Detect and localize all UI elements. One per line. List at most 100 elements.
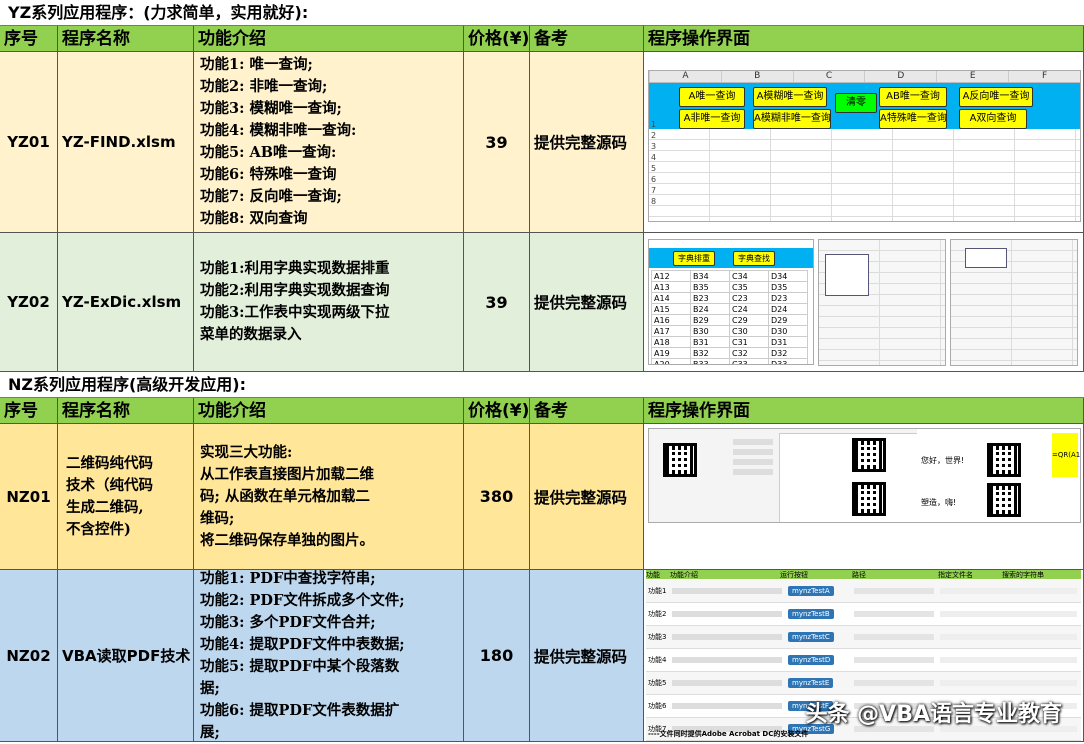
name-line: 技术（纯代码 xyxy=(66,476,153,494)
col-header: E xyxy=(936,71,1008,82)
table-cell: B24 xyxy=(690,303,730,315)
path-placeholder xyxy=(854,657,934,663)
non-unique-button[interactable]: A非唯一查询 xyxy=(679,109,745,129)
nz02-id: NZ02 xyxy=(0,570,58,742)
col-header: D xyxy=(864,71,936,82)
row-num: 2 xyxy=(651,131,657,140)
dropdown-list[interactable] xyxy=(965,248,1007,268)
pdf-col-header: 功能介绍 xyxy=(670,571,698,579)
qr-code-image xyxy=(852,438,886,472)
function-description-placeholder xyxy=(672,611,782,617)
unique-query-button[interactable]: A唯一查询 xyxy=(679,87,745,107)
image-panel xyxy=(779,433,921,522)
nz-header-features: 功能介绍 xyxy=(194,398,464,424)
feature-line: 菜单的数据录入 xyxy=(200,326,302,343)
table-cell: B30 xyxy=(690,325,730,337)
dict-dedupe-button[interactable]: 字典排重 xyxy=(673,251,715,266)
yz02-note: 提供完整源码 xyxy=(530,233,644,372)
feature-line: 将二维码保存单独的图片。 xyxy=(200,531,374,549)
feature-line: 展; xyxy=(200,723,220,741)
feature-line: 功能5: AB唯一查询: xyxy=(200,144,337,161)
dropdown-list[interactable] xyxy=(825,254,869,296)
table-cell: A15 xyxy=(651,303,691,315)
feature-line: 从工作表直接图片加载二维 xyxy=(200,465,374,483)
function-label: 功能6 xyxy=(648,702,667,710)
table-row: A13 B35 C35 D35 xyxy=(651,281,808,293)
feature-line: 维码; xyxy=(200,509,235,527)
sheet-grid xyxy=(649,129,1080,221)
row-num: 8 xyxy=(651,197,657,206)
feature-line: 功能4: 提取PDF文件中表数据; xyxy=(200,635,405,653)
ab-unique-button[interactable]: AB唯一查询 xyxy=(879,87,947,107)
run-button-cell: mynzTestA xyxy=(788,586,854,596)
yz-section-title: YZ系列应用程序：(力求简单，实用就好): xyxy=(0,0,1084,26)
fuzzy-unique-button[interactable]: A模糊唯一查询 xyxy=(753,87,827,107)
path-placeholder xyxy=(854,680,934,686)
table-cell: A19 xyxy=(651,347,691,359)
reverse-unique-button[interactable]: A反向唯一查询 xyxy=(959,87,1033,107)
col-header: B xyxy=(720,71,793,82)
table-cell: C23 xyxy=(729,292,769,304)
pdf-function-row: 功能5 mynzTestE xyxy=(646,672,1081,695)
row-num: 1 xyxy=(651,120,657,129)
yz-header-note: 备考 xyxy=(530,26,644,52)
qr-preview: 您好，世界! 塑造，嗨! =QR(A1) xyxy=(648,428,1081,523)
run-test-button[interactable]: mynzTestC xyxy=(788,632,834,642)
row-num: 4 xyxy=(651,153,657,162)
extra-placeholder xyxy=(940,611,1077,617)
nz02-features: 功能1: PDF中查找字符串; 功能2: PDF文件拆成多个文件; 功能3: 多… xyxy=(194,570,464,742)
feature-line: 功能5: 提取PDF中某个段落数 xyxy=(200,657,400,675)
nz02-price: 180 xyxy=(464,570,530,742)
clear-button[interactable]: 清零 xyxy=(835,93,877,113)
fuzzy-non-unique-button[interactable]: A模糊非唯一查询 xyxy=(753,109,831,129)
run-test-button[interactable]: mynzTestD xyxy=(788,655,835,665)
path-placeholder xyxy=(854,611,934,617)
name-line: 生成二维码, xyxy=(66,498,144,516)
two-way-button[interactable]: A双向查询 xyxy=(959,109,1027,129)
nz-header-screenshot: 程序操作界面 xyxy=(644,398,1084,424)
yz01-id: YZ01 xyxy=(0,52,58,233)
table-cell: C33 xyxy=(729,358,769,364)
data-table: A12 B34 C34 D34 A13 B35 C35 D35 A14 B23 C23 D23 A15 B… xyxy=(651,270,808,364)
run-test-button[interactable]: mynzTestB xyxy=(788,609,834,619)
yz01-price: 39 xyxy=(464,52,530,233)
nz02-note: 提供完整源码 xyxy=(530,570,644,742)
table-cell: B35 xyxy=(690,281,730,293)
table-cell: D35 xyxy=(768,281,808,293)
feature-line: 功能2: PDF文件拆成多个文件; xyxy=(200,591,405,609)
feature-line: 功能6: 提取PDF文件表数据扩 xyxy=(200,701,400,719)
text2-cell: 塑造，嗨! xyxy=(921,498,957,507)
function-label: 功能4 xyxy=(648,656,667,664)
table-cell: A13 xyxy=(651,281,691,293)
table-cell: D24 xyxy=(768,303,808,315)
function-label: 功能2 xyxy=(648,610,667,618)
nz-header-price: 价格(¥) xyxy=(464,398,530,424)
pdf-function-row: 功能2 mynzTestB xyxy=(646,603,1081,626)
nz01-price: 380 xyxy=(464,424,530,570)
dropdown-preview-1 xyxy=(818,239,946,366)
nz-header-note: 备考 xyxy=(530,398,644,424)
table-cell: D29 xyxy=(768,314,808,326)
qr-code-image xyxy=(663,443,697,477)
nz02-name: VBA读取PDF技术 xyxy=(58,570,194,742)
dict-lookup-button[interactable]: 字典查找 xyxy=(733,251,775,266)
feature-line: 据; xyxy=(200,679,220,697)
run-test-button[interactable]: mynzTestE xyxy=(788,678,834,688)
feature-line: 功能7: 反向唯一查询; xyxy=(200,188,342,205)
feature-line: 功能3: 多个PDF文件合并; xyxy=(200,613,376,631)
table-row: A15 B24 C24 D24 xyxy=(651,303,808,315)
feature-line: 功能3:工作表中实现两级下拉 xyxy=(200,304,390,321)
yz01-name: YZ-FIND.xlsm xyxy=(58,52,194,233)
feature-line: 码; 从函数在单元格加载二 xyxy=(200,487,370,505)
run-button-cell: mynzTestB xyxy=(788,609,854,619)
function-description-placeholder xyxy=(672,703,782,709)
col-header: F xyxy=(1008,71,1080,82)
special-unique-button[interactable]: A特殊唯一查询 xyxy=(879,109,947,129)
yz-header-features: 功能介绍 xyxy=(194,26,464,52)
nz01-screenshot: 您好，世界! 塑造，嗨! =QR(A1) xyxy=(644,424,1084,570)
sheet-area: 您好，世界! 塑造，嗨! =QR(A1) xyxy=(917,429,1080,522)
table-cell: C32 xyxy=(729,347,769,359)
feature-line: 功能3: 模糊唯一查询; xyxy=(200,100,342,117)
run-test-button[interactable]: mynzTestA xyxy=(788,586,834,596)
feature-line: 功能1: 唯一查询; xyxy=(200,56,313,73)
